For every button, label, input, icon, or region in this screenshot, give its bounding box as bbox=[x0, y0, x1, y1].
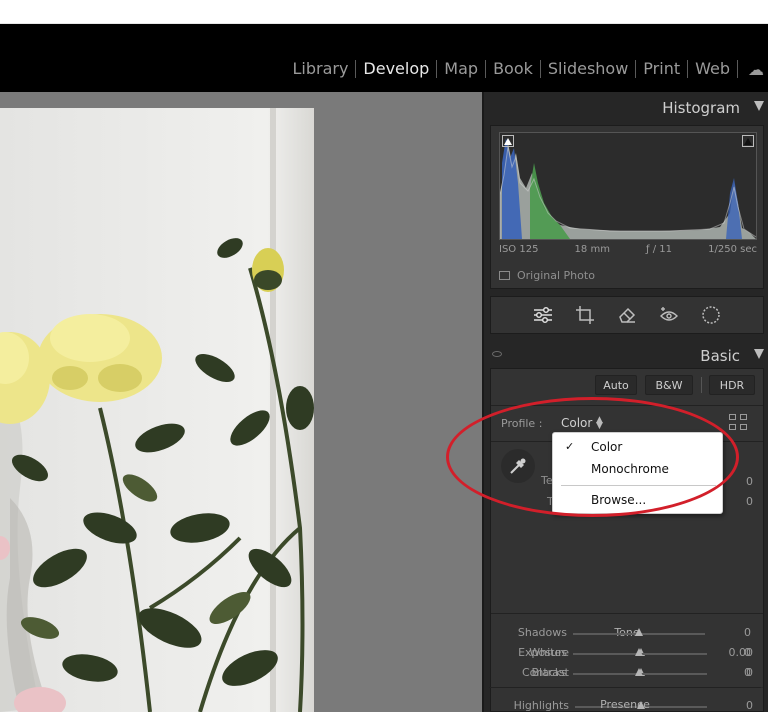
window-top-strip bbox=[0, 0, 768, 24]
slider-value[interactable]: 0 bbox=[744, 646, 751, 659]
focal-length-value: 18 mm bbox=[574, 244, 610, 255]
updown-arrows-icon[interactable]: ▲ ▼ bbox=[596, 416, 603, 431]
crop-icon bbox=[576, 306, 594, 324]
healing-tool[interactable] bbox=[611, 301, 643, 329]
histogram-panel: ISO 125 18 mm ƒ / 11 1/250 sec Original … bbox=[490, 125, 764, 289]
slider-thumb[interactable] bbox=[637, 701, 645, 709]
cloud-icon[interactable]: ☁ bbox=[738, 60, 768, 79]
mask-icon bbox=[702, 306, 720, 324]
sliders-icon bbox=[534, 306, 552, 324]
redeye-icon bbox=[660, 307, 678, 321]
module-web[interactable]: Web bbox=[688, 59, 737, 79]
iso-value: ISO 125 bbox=[499, 244, 539, 255]
menu-item-label: Browse... bbox=[591, 493, 647, 507]
histogram-header[interactable]: Histogram bbox=[484, 94, 768, 120]
module-list: Library Develop Map Book Slideshow Print… bbox=[285, 58, 768, 80]
menu-item-browse[interactable]: Browse... bbox=[553, 490, 722, 510]
menu-item-color[interactable]: ✓ Color bbox=[553, 437, 722, 457]
profile-browser-grid-icon[interactable] bbox=[729, 414, 749, 432]
slider-value[interactable]: 0 bbox=[746, 699, 753, 712]
collapse-triangle-icon[interactable] bbox=[754, 349, 764, 359]
module-slideshow[interactable]: Slideshow bbox=[541, 59, 635, 79]
module-picker-bar: Library Develop Map Book Slideshow Print… bbox=[0, 24, 768, 92]
collapse-triangle-icon[interactable] bbox=[754, 101, 764, 111]
slider-blacks[interactable]: Blacks 0 bbox=[489, 663, 761, 683]
histogram-title: Histogram bbox=[662, 99, 740, 117]
slider-thumb[interactable] bbox=[635, 628, 643, 636]
original-photo-toggle[interactable]: Original Photo bbox=[499, 269, 595, 282]
photo-image bbox=[0, 108, 314, 712]
button-divider bbox=[701, 377, 702, 393]
histogram-graph[interactable] bbox=[499, 132, 757, 240]
aperture-value: ƒ / 11 bbox=[646, 244, 673, 255]
white-balance-selector[interactable] bbox=[501, 449, 535, 483]
menu-item-label: Color bbox=[591, 440, 623, 454]
profile-select[interactable]: Color bbox=[561, 416, 592, 430]
basic-title: Basic bbox=[700, 347, 740, 365]
exif-info: ISO 125 18 mm ƒ / 11 1/250 sec bbox=[499, 244, 757, 255]
develop-right-panel: Histogram ISO 125 18 mm ƒ / 11 1/250 sec… bbox=[482, 92, 768, 712]
red-eye-tool[interactable] bbox=[653, 301, 685, 329]
checkmark-icon: ✓ bbox=[565, 440, 575, 453]
photo-preview bbox=[0, 108, 314, 712]
profile-label: Profile : bbox=[501, 417, 543, 430]
bw-button[interactable]: B&W bbox=[645, 375, 693, 395]
module-print[interactable]: Print bbox=[636, 59, 687, 79]
shutter-speed-value: 1/250 sec bbox=[708, 244, 757, 255]
profile-dropdown-menu: ✓ Color Monochrome Browse... bbox=[552, 432, 723, 514]
original-photo-checkbox[interactable] bbox=[499, 271, 510, 280]
slider-thumb[interactable] bbox=[635, 648, 643, 656]
tool-strip bbox=[490, 296, 764, 334]
slider-thumb[interactable] bbox=[635, 668, 643, 676]
eyedropper-icon bbox=[510, 458, 526, 474]
shadow-clipping-icon[interactable] bbox=[502, 135, 514, 147]
slider-shadows[interactable]: Shadows 0 bbox=[489, 623, 761, 643]
slider-highlights[interactable]: Highlights 0 bbox=[491, 696, 763, 712]
hdr-button[interactable]: HDR bbox=[709, 375, 755, 395]
module-map[interactable]: Map bbox=[437, 59, 485, 79]
highlight-clipping-icon[interactable] bbox=[742, 135, 754, 147]
edit-sliders-tool[interactable] bbox=[527, 301, 559, 329]
slider-label: Blacks bbox=[531, 666, 568, 679]
module-book[interactable]: Book bbox=[486, 59, 540, 79]
masking-tool[interactable] bbox=[695, 301, 727, 329]
menu-item-monochrome[interactable]: Monochrome bbox=[553, 459, 722, 479]
photo-canvas[interactable] bbox=[0, 92, 482, 712]
crop-tool[interactable] bbox=[569, 301, 601, 329]
slider-label: Shadows bbox=[517, 626, 567, 639]
slider-value[interactable]: 0 bbox=[744, 666, 751, 679]
eye-icon[interactable] bbox=[492, 351, 502, 357]
module-library[interactable]: Library bbox=[285, 59, 355, 79]
temp-value[interactable]: 0 bbox=[746, 475, 753, 488]
divider bbox=[491, 405, 763, 406]
basic-header[interactable]: Basic bbox=[484, 342, 768, 368]
eraser-icon bbox=[619, 307, 636, 323]
menu-item-label: Monochrome bbox=[591, 462, 669, 476]
module-develop[interactable]: Develop bbox=[356, 59, 436, 79]
divider bbox=[491, 687, 763, 688]
histogram-chart bbox=[499, 138, 757, 239]
treatment-bar: Auto B&W HDR bbox=[491, 369, 763, 403]
original-photo-label: Original Photo bbox=[517, 269, 595, 282]
menu-separator bbox=[561, 485, 716, 486]
tint-value[interactable]: 0 bbox=[746, 495, 753, 508]
slider-label: Whites bbox=[529, 646, 567, 659]
slider-whites[interactable]: Whites 0 bbox=[489, 643, 761, 663]
slider-value[interactable]: 0 bbox=[744, 626, 751, 639]
slider-label: Highlights bbox=[513, 699, 569, 712]
auto-button[interactable]: Auto bbox=[595, 375, 637, 395]
divider bbox=[491, 613, 763, 614]
